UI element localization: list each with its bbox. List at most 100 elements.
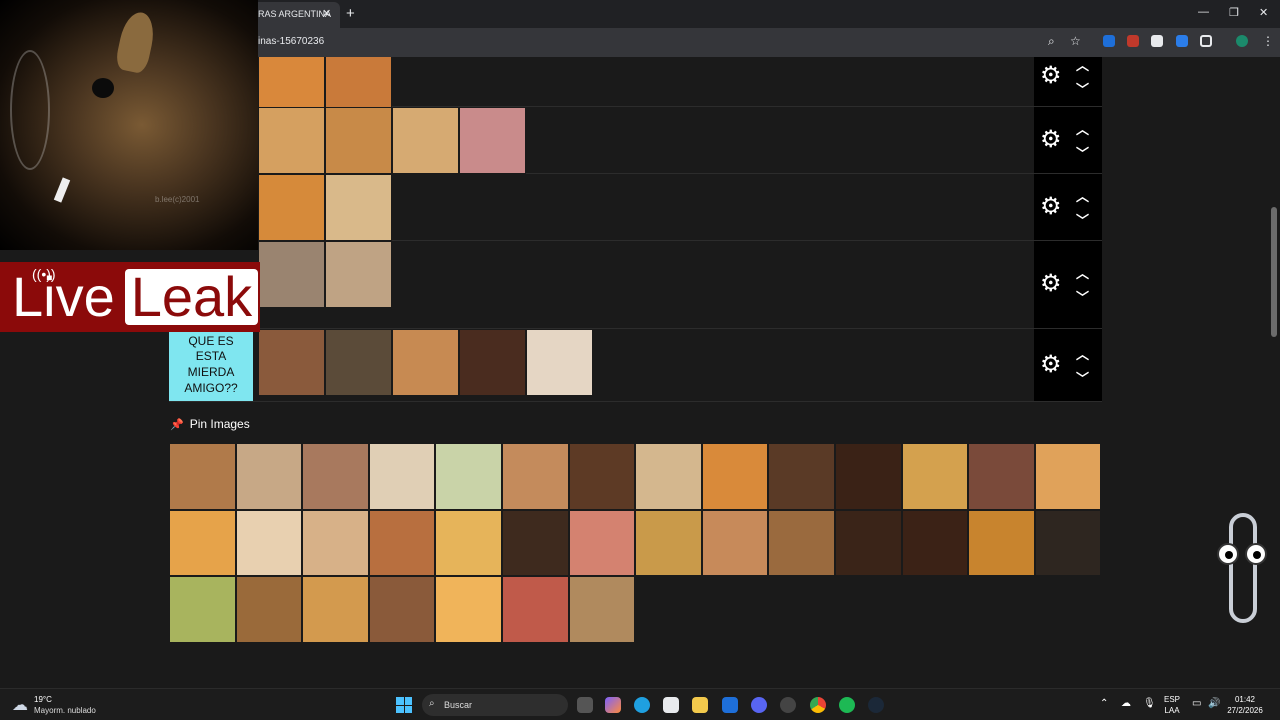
pin-image-tile[interactable] bbox=[568, 509, 636, 577]
onedrive-icon[interactable]: ☁ bbox=[1121, 698, 1131, 709]
chevron-down-icon[interactable]: ﹀ bbox=[1076, 79, 1089, 98]
pin-image-tile[interactable] bbox=[768, 509, 835, 577]
pin-image-tile[interactable] bbox=[568, 576, 636, 643]
pin-image-tile[interactable] bbox=[834, 443, 902, 510]
pin-image-tile[interactable] bbox=[169, 443, 236, 510]
chevron-up-icon[interactable]: ︿ bbox=[1076, 344, 1089, 363]
chevron-down-icon[interactable]: ﹀ bbox=[1076, 210, 1089, 229]
windows-start-icon[interactable] bbox=[396, 697, 412, 713]
pin-image-tile[interactable] bbox=[368, 509, 436, 577]
chevron-up-icon[interactable]: ︿ bbox=[1076, 57, 1089, 74]
pin-image-tile[interactable] bbox=[302, 443, 369, 510]
gear-icon[interactable]: ⚙ bbox=[1040, 125, 1062, 154]
extension-icon[interactable] bbox=[1103, 35, 1115, 47]
chevron-down-icon[interactable]: ﹀ bbox=[1076, 287, 1089, 306]
restore-button[interactable]: ❐ bbox=[1229, 6, 1239, 19]
tier-image-tile[interactable] bbox=[526, 329, 593, 396]
extensions-puzzle-icon[interactable] bbox=[1200, 35, 1212, 47]
pin-image-tile[interactable] bbox=[1034, 443, 1102, 510]
pin-image-tile[interactable] bbox=[235, 509, 303, 577]
tier-image-tile[interactable] bbox=[392, 329, 459, 396]
tier-image-tile[interactable] bbox=[258, 329, 325, 396]
tier-image-tile[interactable] bbox=[325, 241, 392, 308]
tier-image-tile[interactable] bbox=[459, 107, 526, 174]
pin-image-tile[interactable] bbox=[635, 443, 702, 510]
pin-image-tile[interactable] bbox=[968, 443, 1035, 510]
pin-image-tile[interactable] bbox=[1034, 509, 1102, 577]
weather-desc[interactable]: Mayorm. nublado bbox=[34, 706, 96, 715]
clock-time[interactable]: 01:42 bbox=[1222, 695, 1268, 704]
pin-image-tile[interactable] bbox=[635, 509, 702, 577]
gear-icon[interactable]: ⚙ bbox=[1040, 350, 1062, 379]
pin-image-tile[interactable] bbox=[435, 443, 502, 510]
tier-image-tile[interactable] bbox=[258, 241, 325, 308]
pin-image-tile[interactable] bbox=[701, 443, 769, 510]
tier-image-tile[interactable] bbox=[258, 57, 325, 114]
gear-icon[interactable]: ⚙ bbox=[1040, 61, 1062, 90]
tier-image-tile[interactable] bbox=[459, 329, 526, 396]
profile-avatar[interactable] bbox=[1236, 35, 1248, 47]
chevron-down-icon[interactable]: ﹀ bbox=[1076, 143, 1089, 162]
file-explorer-icon[interactable] bbox=[692, 697, 708, 713]
chrome-icon[interactable] bbox=[810, 697, 826, 713]
pin-image-tile[interactable] bbox=[901, 443, 969, 510]
pin-image-tile[interactable] bbox=[435, 509, 502, 577]
extension-icon[interactable] bbox=[1127, 35, 1139, 47]
pin-image-tile[interactable] bbox=[901, 509, 969, 577]
pin-image-tile[interactable] bbox=[501, 576, 569, 643]
tier-image-tile[interactable] bbox=[392, 107, 459, 174]
mail-icon[interactable] bbox=[722, 697, 738, 713]
new-tab-button[interactable]: + bbox=[346, 5, 355, 22]
pin-image-tile[interactable] bbox=[169, 576, 236, 643]
cloud-icon[interactable]: ☁ bbox=[12, 695, 28, 715]
extension-icon[interactable] bbox=[1151, 35, 1163, 47]
chevron-up-icon[interactable]: ︿ bbox=[1076, 263, 1089, 282]
pin-image-tile[interactable] bbox=[235, 576, 303, 643]
tier-image-tile[interactable] bbox=[258, 107, 325, 174]
store-icon[interactable] bbox=[663, 697, 679, 713]
pin-image-tile[interactable] bbox=[169, 509, 236, 577]
pin-image-tile[interactable] bbox=[368, 443, 436, 510]
gear-icon[interactable]: ⚙ bbox=[1040, 192, 1062, 221]
pin-image-tile[interactable] bbox=[235, 443, 303, 510]
chevron-down-icon[interactable]: ﹀ bbox=[1076, 368, 1089, 387]
pin-image-tile[interactable] bbox=[768, 443, 835, 510]
spotify-icon[interactable] bbox=[839, 697, 855, 713]
steam-icon[interactable] bbox=[868, 697, 884, 713]
mic-icon[interactable]: 🎙 bbox=[1143, 698, 1156, 709]
tier-image-tile[interactable] bbox=[325, 174, 392, 241]
app-icon[interactable] bbox=[780, 697, 796, 713]
pin-image-tile[interactable] bbox=[368, 576, 436, 643]
scrollbar-thumb[interactable] bbox=[1271, 207, 1277, 337]
pin-image-tile[interactable] bbox=[435, 576, 502, 643]
lang-bottom[interactable]: LAA bbox=[1162, 706, 1182, 715]
edge-icon[interactable] bbox=[634, 697, 650, 713]
url-field[interactable]: inas-15670236 bbox=[258, 36, 324, 47]
close-window-button[interactable]: ✕ bbox=[1259, 6, 1268, 19]
pin-image-tile[interactable] bbox=[501, 509, 569, 577]
clock-date[interactable]: 27/2/2026 bbox=[1222, 706, 1268, 715]
tier-image-tile[interactable] bbox=[258, 174, 325, 241]
tier-image-tile[interactable] bbox=[325, 57, 392, 114]
volume-icon[interactable]: 🔊 bbox=[1208, 698, 1220, 709]
tier-image-tile[interactable] bbox=[325, 329, 392, 396]
tier-label[interactable]: QUE ES ESTA MIERDA AMIGO?? bbox=[169, 329, 253, 401]
network-icon[interactable]: ▭ bbox=[1192, 698, 1201, 709]
zoom-icon[interactable]: ⌕ bbox=[1048, 34, 1055, 49]
pin-image-tile[interactable] bbox=[302, 509, 369, 577]
pin-image-tile[interactable] bbox=[302, 576, 369, 643]
pin-image-tile[interactable] bbox=[834, 509, 902, 577]
taskbar-search[interactable]: ⌕ Buscar bbox=[422, 694, 568, 716]
task-view-icon[interactable] bbox=[577, 697, 593, 713]
pin-image-tile[interactable] bbox=[568, 443, 636, 510]
discord-icon[interactable] bbox=[751, 697, 767, 713]
chevron-up-icon[interactable]: ︿ bbox=[1076, 186, 1089, 205]
chevron-up-icon[interactable]: ︿ bbox=[1076, 119, 1089, 138]
pin-image-tile[interactable] bbox=[968, 509, 1035, 577]
tray-chevron-icon[interactable]: ⌃ bbox=[1100, 698, 1108, 709]
extension-icon[interactable] bbox=[1176, 35, 1188, 47]
pin-image-tile[interactable] bbox=[501, 443, 569, 510]
menu-kebab-icon[interactable]: ⋮ bbox=[1262, 34, 1274, 48]
pin-image-tile[interactable] bbox=[701, 509, 769, 577]
weather-temp[interactable]: 19°C bbox=[34, 695, 52, 704]
